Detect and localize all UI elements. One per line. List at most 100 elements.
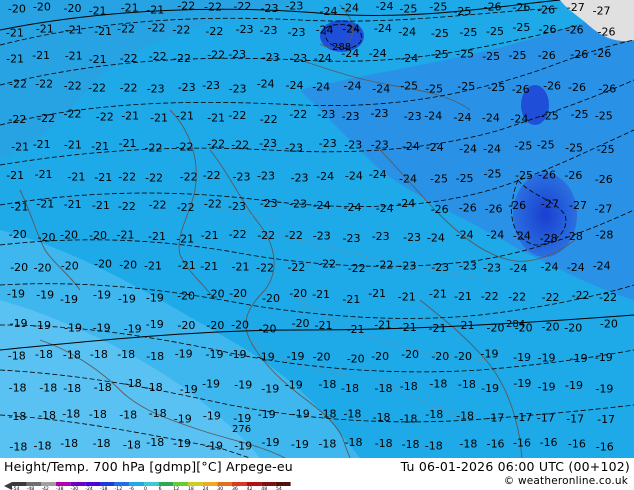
contour-label: -26 bbox=[459, 202, 477, 215]
contour-label: -24 bbox=[313, 199, 331, 212]
contour-label: -23 bbox=[285, 141, 303, 154]
contour-label: -22 bbox=[120, 52, 138, 65]
contour-label: -20 bbox=[262, 292, 280, 305]
contour-label: -23 bbox=[260, 24, 278, 37]
contour-label: -18 bbox=[63, 382, 81, 395]
contour-label: -16 bbox=[487, 438, 505, 451]
contour-label: -26 bbox=[598, 83, 616, 96]
contour-label: -26 bbox=[538, 169, 556, 182]
contour-label: -20 bbox=[10, 261, 28, 274]
contour-label: -19 bbox=[285, 378, 303, 391]
contour-label: -20 bbox=[371, 350, 389, 363]
contour-label: -20 bbox=[259, 323, 277, 336]
scale-label: -54 bbox=[12, 486, 20, 490]
contour-label: -18 bbox=[9, 382, 27, 395]
contour-label: -20 bbox=[487, 322, 505, 335]
contour-label: -21 bbox=[91, 140, 109, 153]
contour-label: -23 bbox=[289, 52, 307, 65]
contour-label: -19 bbox=[258, 408, 276, 421]
contour-label: -19 bbox=[206, 348, 224, 361]
contour-label: -24 bbox=[486, 229, 504, 242]
contour-label: -19 bbox=[174, 413, 192, 426]
contour-label: -26 bbox=[568, 81, 586, 94]
contour-label: -18 bbox=[90, 348, 108, 361]
contour-label: -17 bbox=[514, 411, 532, 424]
contour-label: -23 bbox=[319, 137, 337, 150]
contour-label: -24 bbox=[513, 230, 531, 243]
contour-label: -21 bbox=[11, 140, 29, 153]
contour-label: -23 bbox=[291, 172, 309, 185]
contour-label: -21 bbox=[36, 197, 54, 210]
contour-label: -19 bbox=[257, 351, 275, 364]
contour-label: -23 bbox=[344, 139, 362, 152]
contour-label: -22 bbox=[348, 262, 366, 275]
scale-label: 48 bbox=[261, 486, 267, 490]
contour-label: -21 bbox=[33, 138, 51, 151]
contour-label: -22 bbox=[599, 291, 617, 304]
contour-label: -21 bbox=[64, 198, 82, 211]
contour-label: -21 bbox=[144, 260, 162, 273]
contour-label: -23 bbox=[260, 197, 278, 210]
contour-label: -21 bbox=[146, 4, 164, 17]
scale-swatch bbox=[114, 482, 130, 486]
contour-label: -17 bbox=[486, 412, 504, 425]
contour-label: -20 bbox=[61, 260, 79, 273]
contour-label: -18 bbox=[93, 437, 111, 450]
contour-label: -21 bbox=[94, 25, 112, 38]
contour-label: -18 bbox=[38, 409, 56, 422]
map-title: Height/Temp. 700 hPa [gdmp][°C] Arpege-e… bbox=[4, 459, 293, 474]
contour-label: -23 bbox=[229, 82, 247, 95]
contour-label: -24 bbox=[257, 77, 275, 90]
contour-label: -21 bbox=[148, 230, 166, 243]
contour-label: -23 bbox=[288, 26, 306, 39]
credit-link[interactable]: © weatheronline.co.uk bbox=[504, 475, 628, 487]
contour-label: -23 bbox=[404, 110, 422, 123]
contour-label: -25 bbox=[453, 5, 471, 18]
contour-label: -22 bbox=[204, 198, 222, 211]
contour-label: -20 bbox=[34, 261, 52, 274]
contour-label: -19 bbox=[595, 351, 613, 364]
contour-label: -22 bbox=[148, 22, 166, 35]
contour-label: -25 bbox=[431, 27, 449, 40]
contour-label: -25 bbox=[509, 49, 527, 62]
scale-label: -30 bbox=[71, 486, 79, 490]
contour-label: -20 bbox=[89, 229, 107, 242]
contour-label: -21 bbox=[119, 137, 137, 150]
contour-label: -24 bbox=[376, 202, 394, 215]
scale-swatch bbox=[202, 482, 218, 486]
contour-label: -25 bbox=[484, 168, 502, 181]
contour-label: -24 bbox=[459, 143, 477, 156]
contour-label: -19 bbox=[538, 381, 556, 394]
contour-label: -20 bbox=[8, 2, 26, 15]
contour-label: -22 bbox=[289, 108, 307, 121]
contour-label: -21 bbox=[117, 229, 135, 242]
contour-label: -21 bbox=[36, 22, 54, 35]
contour-label: -18 bbox=[318, 438, 336, 451]
contour-label: -24 bbox=[424, 109, 442, 122]
weather-map: -20 -20 -20 -21 -21 -21 -22 -22 -22 -23 -23 -24 -24-… bbox=[0, 0, 634, 458]
contour-label: -22 bbox=[117, 22, 135, 35]
contour-label: -16 bbox=[513, 437, 531, 450]
scale-swatch bbox=[143, 482, 159, 486]
contour-label: -23 bbox=[285, 0, 303, 12]
contour-label: -21 bbox=[178, 259, 196, 272]
contour-label: -22 bbox=[207, 49, 225, 62]
contour-label: -21 bbox=[312, 288, 330, 301]
contour-label: -18 bbox=[34, 440, 52, 453]
contour-label: -22 bbox=[64, 108, 82, 121]
contour-label: -22 bbox=[572, 289, 590, 302]
contour-label: -26 bbox=[512, 1, 530, 14]
contour-label: -24 bbox=[483, 143, 501, 156]
contour-label: -18 bbox=[459, 437, 477, 450]
contour-label: -22 bbox=[35, 78, 53, 91]
contour-label: -21 bbox=[342, 293, 360, 306]
contour-label: -26 bbox=[570, 48, 588, 61]
contour-label: -19 bbox=[93, 322, 111, 335]
contour-label: -18 bbox=[124, 377, 142, 390]
contour-label: -26 bbox=[431, 203, 449, 216]
contour-label: -28 bbox=[540, 232, 558, 245]
scale-swatch bbox=[41, 482, 56, 486]
scale-swatch bbox=[70, 482, 86, 486]
contour-label: -21 bbox=[89, 4, 107, 17]
contour-label: -18 bbox=[117, 348, 135, 361]
